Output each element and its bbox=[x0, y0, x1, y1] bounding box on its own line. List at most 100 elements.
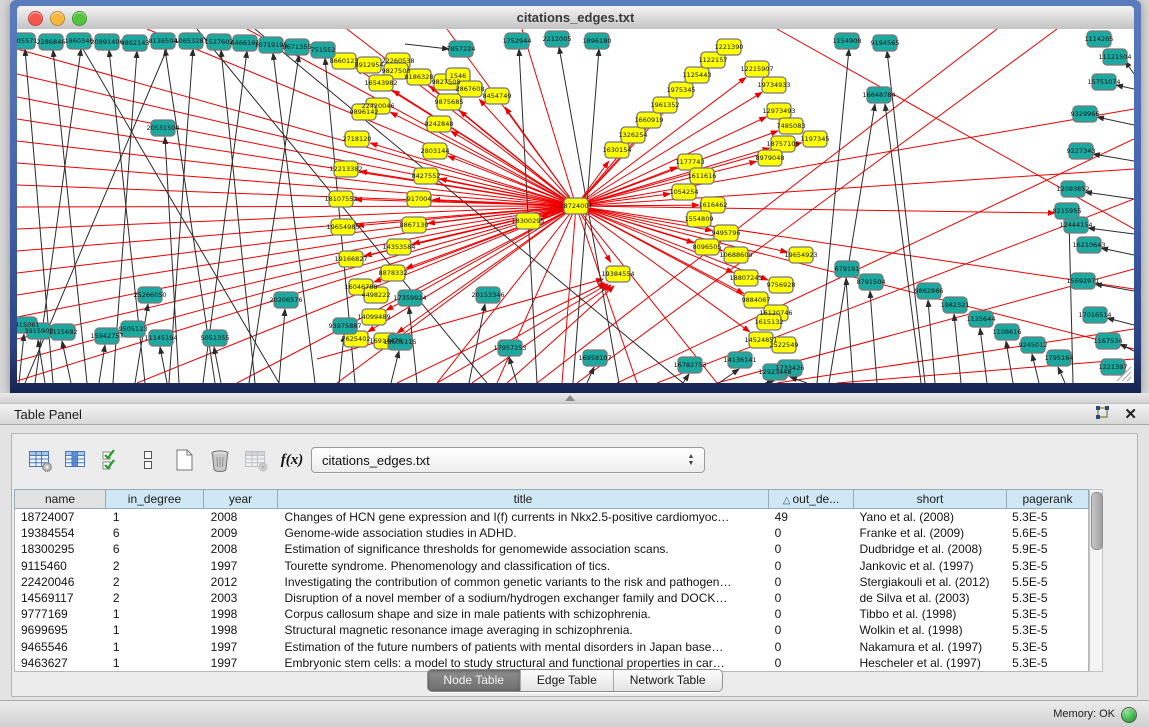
table-cell[interactable]: 9465546 bbox=[15, 639, 107, 655]
table-cell[interactable]: 9699695 bbox=[15, 622, 107, 638]
table-cell[interactable]: Franke et al. (2009) bbox=[853, 525, 1006, 541]
table-cell[interactable]: 5.3E-5 bbox=[1006, 606, 1088, 622]
new-column-button[interactable] bbox=[167, 444, 201, 476]
function-builder-button[interactable]: f(x) bbox=[275, 444, 309, 476]
graph-edge[interactable] bbox=[214, 347, 221, 383]
graph-edge[interactable] bbox=[1093, 154, 1134, 161]
table-mode-button[interactable] bbox=[23, 444, 57, 476]
table-cell[interactable]: 2009 bbox=[205, 525, 279, 541]
scrollbar-thumb[interactable] bbox=[1091, 492, 1103, 550]
table-cell[interactable]: Tibbo et al. (1998) bbox=[853, 606, 1006, 622]
table-row[interactable]: 969969511998Structural magnetic resonanc… bbox=[15, 622, 1088, 638]
graph-edge[interactable] bbox=[576, 161, 756, 206]
graph-edge[interactable] bbox=[17, 206, 576, 295]
table-cell[interactable]: 2008 bbox=[205, 509, 279, 525]
split-pane-divider[interactable] bbox=[0, 393, 1149, 403]
graph-edge[interactable] bbox=[38, 340, 45, 383]
table-cell[interactable]: 5.5E-5 bbox=[1006, 574, 1088, 590]
graph-edge[interactable] bbox=[817, 49, 849, 383]
table-cell[interactable]: Yano et al. (2008) bbox=[853, 509, 1006, 525]
graph-edge[interactable] bbox=[1032, 354, 1039, 383]
table-cell[interactable]: de Silva et al. (2003) bbox=[853, 590, 1006, 606]
table-cell[interactable]: Corpus callosum shape and size in male p… bbox=[279, 606, 769, 622]
select-columns-button[interactable] bbox=[95, 444, 129, 476]
graph-edge[interactable] bbox=[451, 131, 576, 206]
graph-edge[interactable] bbox=[370, 143, 576, 206]
table-cell[interactable]: 5.6E-5 bbox=[1006, 525, 1088, 541]
table-cell[interactable]: Estimation of significance thresholds fo… bbox=[279, 541, 769, 557]
graph-edge[interactable] bbox=[437, 284, 608, 383]
table-cell[interactable]: Tourette syndrome. Phenomenology and cla… bbox=[279, 558, 769, 574]
table-cell[interactable]: Genome-wide association studies in ADHD. bbox=[279, 525, 769, 541]
table-cell[interactable]: 5.3E-5 bbox=[1006, 590, 1088, 606]
table-cell[interactable]: Dudbridge et al. (2008) bbox=[853, 541, 1006, 557]
graph-edge[interactable] bbox=[928, 300, 935, 383]
table-cell[interactable]: Nakamura et al. (1997) bbox=[853, 639, 1006, 655]
graph-edge[interactable] bbox=[846, 278, 853, 383]
graph-edge[interactable] bbox=[17, 185, 576, 206]
graph-edge[interactable] bbox=[507, 286, 614, 383]
graph-edge[interactable] bbox=[99, 345, 105, 383]
graph-edge[interactable] bbox=[279, 309, 285, 383]
column-header-title[interactable]: title bbox=[278, 489, 769, 509]
graph-edge[interactable] bbox=[980, 328, 987, 383]
table-vertical-scrollbar[interactable] bbox=[1089, 489, 1103, 672]
table-cell[interactable]: Estimation of the future numbers of pati… bbox=[279, 639, 769, 655]
column-header-short[interactable]: short bbox=[854, 489, 1007, 509]
graph-edge[interactable] bbox=[1085, 192, 1134, 199]
graph-edge[interactable] bbox=[160, 347, 167, 383]
graph-edge[interactable] bbox=[829, 104, 875, 383]
table-row[interactable]: 911546021997Tourette syndrome. Phenomeno… bbox=[15, 558, 1088, 574]
graph-edge[interactable] bbox=[777, 29, 1134, 229]
table-cell[interactable]: 14569117 bbox=[15, 590, 107, 606]
graph-edge[interactable] bbox=[19, 334, 24, 383]
table-cell[interactable]: 9115460 bbox=[15, 558, 107, 574]
close-panel-icon[interactable]: ✕ bbox=[1124, 404, 1137, 425]
split-pane-handle-icon[interactable] bbox=[565, 395, 575, 401]
table-cell[interactable]: 0 bbox=[769, 606, 854, 622]
graph-edge[interactable] bbox=[1095, 284, 1134, 291]
table-row[interactable]: 1456911722003Disruption of a novel membe… bbox=[15, 590, 1088, 606]
table-cell[interactable]: 1 bbox=[107, 606, 205, 622]
column-header-pagerank[interactable]: pagerank bbox=[1007, 489, 1089, 509]
table-cell[interactable]: 0 bbox=[769, 655, 854, 671]
column-header-in-degree[interactable]: in_degree bbox=[106, 489, 204, 509]
table-cell[interactable]: 2003 bbox=[205, 590, 279, 606]
graph-edge[interactable] bbox=[17, 163, 576, 206]
table-cell[interactable]: Hescheler et al. (1997) bbox=[853, 655, 1006, 671]
table-cell[interactable]: 0 bbox=[769, 622, 854, 638]
graph-edge[interactable] bbox=[683, 374, 689, 383]
table-cell[interactable]: 9777169 bbox=[15, 606, 107, 622]
table-cell[interactable]: 1997 bbox=[205, 655, 279, 671]
tab-network-table[interactable]: Network Table bbox=[613, 670, 722, 691]
table-cell[interactable]: 0 bbox=[769, 541, 854, 557]
table-cell[interactable]: 2 bbox=[107, 590, 205, 606]
table-row[interactable]: 1830029562008Estimation of significance … bbox=[15, 541, 1088, 557]
graph-edge[interactable] bbox=[1058, 367, 1065, 383]
network-window-titlebar[interactable]: citations_edges.txt bbox=[17, 6, 1134, 30]
table-cell[interactable]: 19384554 bbox=[15, 525, 107, 541]
column-header-year[interactable]: year bbox=[204, 489, 278, 509]
show-columns-button[interactable] bbox=[59, 444, 93, 476]
table-cell[interactable]: 18300295 bbox=[15, 541, 107, 557]
graph-edge[interactable] bbox=[576, 206, 768, 280]
table-cell[interactable]: 2008 bbox=[205, 541, 279, 557]
table-cell[interactable]: 0 bbox=[769, 639, 854, 655]
table-cell[interactable]: Structural magnetic resonance image aver… bbox=[279, 622, 769, 638]
column-header-out-de-[interactable]: △out_de... bbox=[769, 489, 854, 509]
delete-table-button[interactable] bbox=[239, 444, 273, 476]
graph-edge[interactable] bbox=[17, 206, 576, 251]
table-cell[interactable]: Investigating the contribution of common… bbox=[279, 574, 769, 590]
citation-network-graph[interactable]: 1872400786601238912954222605389827508165… bbox=[17, 29, 1134, 383]
table-cell[interactable]: Jankovic et al. (1997) bbox=[853, 558, 1006, 574]
graph-edge[interactable] bbox=[765, 381, 774, 383]
table-row[interactable]: 2242004622012Investigating the contribut… bbox=[15, 574, 1088, 590]
stacked-squares-button[interactable] bbox=[131, 444, 165, 476]
table-cell[interactable]: Disruption of a novel member of a sodium… bbox=[279, 590, 769, 606]
table-cell[interactable]: 22420046 bbox=[15, 574, 107, 590]
column-header-name[interactable]: name bbox=[14, 489, 106, 509]
tab-edge-table[interactable]: Edge Table bbox=[520, 670, 613, 691]
table-cell[interactable]: 1997 bbox=[205, 558, 279, 574]
graph-edge[interactable] bbox=[885, 104, 921, 383]
graph-edge[interactable] bbox=[391, 351, 399, 383]
